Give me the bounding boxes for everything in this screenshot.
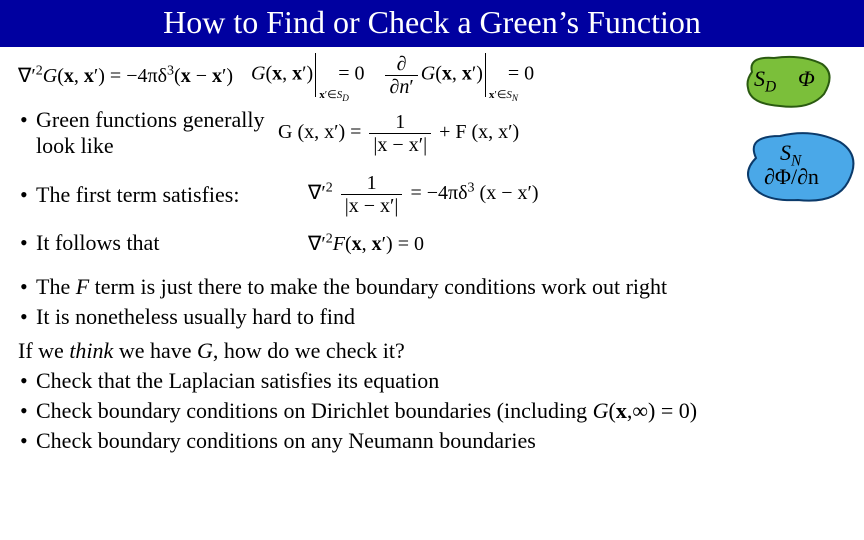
- phi-label: Φ: [798, 66, 815, 92]
- equation-row-top: ∇′2G(x, x′) = −4πδ3(x − x′) G(x, x′)x′∈S…: [18, 53, 846, 97]
- bullet-text-1: Green functions generally look like: [36, 107, 278, 159]
- bullet-text-7: Check boundary conditions on Dirichlet b…: [36, 398, 846, 424]
- row-hard: • It is nonetheless usually hard to find: [18, 304, 846, 330]
- row-check-3: • Check boundary conditions on any Neuma…: [18, 428, 846, 454]
- slide-title: How to Find or Check a Green’s Function: [0, 0, 864, 47]
- eq3-num: 1: [341, 173, 403, 195]
- row-check-2: • Check boundary conditions on Dirichlet…: [18, 398, 846, 424]
- bullet-text-5: It is nonetheless usually hard to find: [36, 304, 846, 330]
- row-check-1: • Check that the Laplacian satisfies its…: [18, 368, 846, 394]
- bullet-text-2: The first term satisfies:: [36, 182, 308, 208]
- dphi-dn-label: ∂Φ/∂n: [764, 164, 819, 190]
- bullet-icon: •: [18, 274, 36, 300]
- eq-f-laplacian: ∇′2F(x, x′) = 0: [308, 231, 424, 256]
- bullet-text-6: Check that the Laplacian satisfies its e…: [36, 368, 846, 394]
- eq-greens-form: G (x, x′) = 1|x − x′| + F (x, x′): [278, 112, 519, 155]
- eq3-sup: 2: [326, 180, 333, 195]
- eq3-den: |x − x′|: [341, 195, 403, 216]
- eq2-plus: + F (x, x′): [439, 121, 519, 143]
- bullet-text-4: The F term is just there to make the bou…: [36, 274, 846, 300]
- eq3-nabla: ∇′: [308, 182, 326, 204]
- eq3-end: (x − x′): [475, 182, 539, 204]
- eq3-rsup: 3: [468, 180, 475, 195]
- eq2-den: |x − x′|: [369, 134, 431, 155]
- eq2-num: 1: [369, 112, 431, 134]
- bullet-icon: •: [18, 428, 36, 454]
- bullet-icon: •: [18, 107, 36, 133]
- row-first-term: • The first term satisfies: ∇′2 1|x − x′…: [18, 173, 846, 216]
- slide-body: ∇′2G(x, x′) = −4πδ3(x − x′) G(x, x′)x′∈S…: [0, 47, 864, 454]
- row-f-term: • The F term is just there to make the b…: [18, 274, 846, 300]
- eq3-rhs: = −4πδ: [410, 182, 467, 204]
- eq-dirichlet-bc: G(x, x′)x′∈SD = 0: [251, 53, 364, 97]
- sd-label: SD: [754, 66, 776, 96]
- eq2-lhs: G (x, x′) =: [278, 121, 361, 143]
- neumann-region-blob: SN ∂Φ/∂n: [740, 128, 860, 206]
- bullet-icon: •: [18, 182, 36, 208]
- bullet-icon: •: [18, 230, 36, 256]
- bullet-icon: •: [18, 368, 36, 394]
- eq-laplacian-delta: ∇′2G(x, x′) = −4πδ3(x − x′): [18, 63, 233, 88]
- bullet-text-8: Check boundary conditions on any Neumann…: [36, 428, 846, 454]
- check-intro: If we think we have G, how do we check i…: [18, 338, 846, 364]
- bullet-text-3: It follows that: [36, 230, 308, 256]
- eq-neumann-bc: ∂∂n′G(x, x′)x′∈SN = 0: [382, 53, 534, 97]
- bullet-icon: •: [18, 398, 36, 424]
- row-follows: • It follows that ∇′2F(x, x′) = 0: [18, 226, 846, 260]
- dirichlet-region-blob: SD Φ: [740, 52, 836, 110]
- row-greens-form: • Green functions generally look like G …: [18, 103, 846, 163]
- eq-first-term: ∇′2 1|x − x′| = −4πδ3 (x − x′): [308, 173, 539, 216]
- bullet-icon: •: [18, 304, 36, 330]
